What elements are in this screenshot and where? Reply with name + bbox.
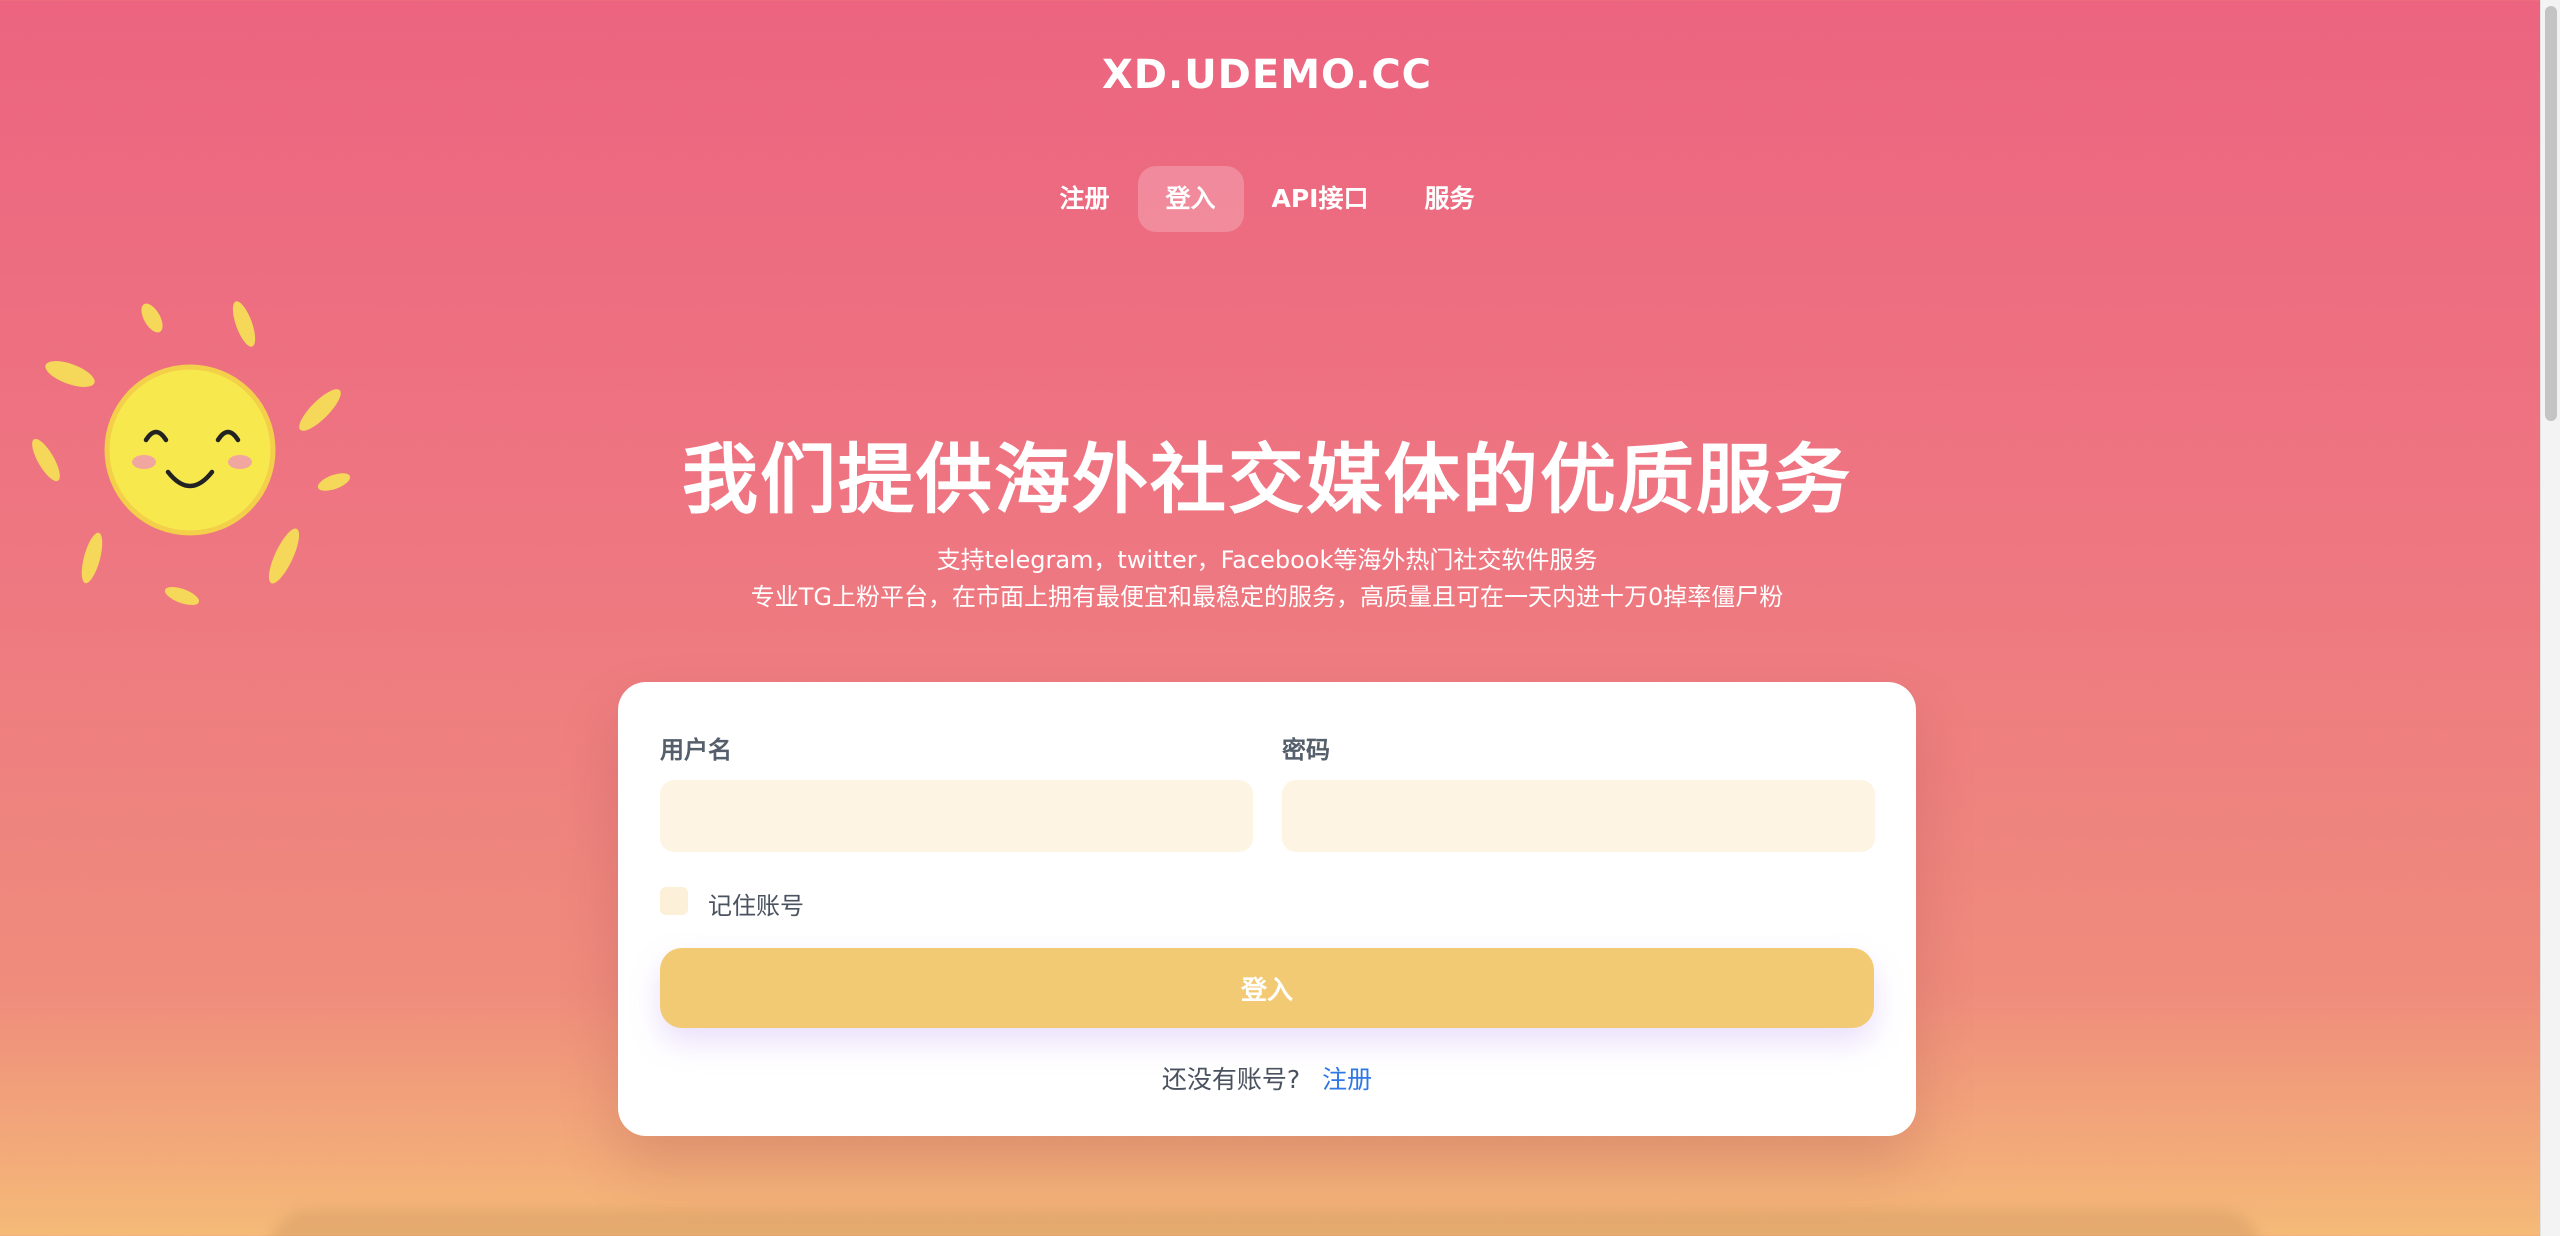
register-link[interactable]: 注册 — [1322, 1065, 1372, 1094]
nav-item-register[interactable]: 注册 — [1031, 166, 1137, 232]
password-label: 密码 — [1282, 736, 1330, 764]
login-button[interactable]: 登入 — [660, 948, 1874, 1028]
hero-title: 我们提供海外社交媒体的优质服务 — [682, 435, 1852, 524]
remember-label[interactable]: 记住账号 — [708, 886, 804, 921]
page: XD.UDEMO.CC 注册 登入 API接口 服务 我们提供海外社交媒体的优质… — [0, 0, 2540, 1236]
nav-item-api[interactable]: API接口 — [1244, 166, 1397, 232]
main-nav: 注册 登入 API接口 服务 — [0, 166, 2534, 232]
nav-item-services[interactable]: 服务 — [1397, 166, 1503, 232]
bottom-section-edge — [270, 1210, 2260, 1236]
nav-item-login[interactable]: 登入 — [1137, 166, 1244, 232]
hero-subtitle-line1: 支持telegram，twitter，Facebook等海外热门社交软件服务 — [936, 546, 1598, 574]
scrollbar-thumb[interactable] — [2545, 6, 2557, 421]
password-input[interactable] — [1282, 780, 1875, 852]
no-account-text: 还没有账号? — [1161, 1065, 1301, 1094]
register-prompt: 还没有账号? 注册 — [618, 1060, 1916, 1096]
vertical-scrollbar[interactable] — [2540, 0, 2560, 1236]
site-brand[interactable]: XD.UDEMO.CC — [0, 52, 2534, 98]
login-card: 用户名 密码 记住账号 登入 还没有账号? 注册 — [618, 682, 1916, 1136]
username-input[interactable] — [660, 780, 1253, 852]
username-label: 用户名 — [660, 736, 732, 764]
remember-checkbox[interactable] — [660, 887, 688, 915]
hero-subtitle-line2: 专业TG上粉平台，在市面上拥有最便宜和最稳定的服务，高质量且可在一天内进十万0掉… — [750, 583, 1784, 611]
